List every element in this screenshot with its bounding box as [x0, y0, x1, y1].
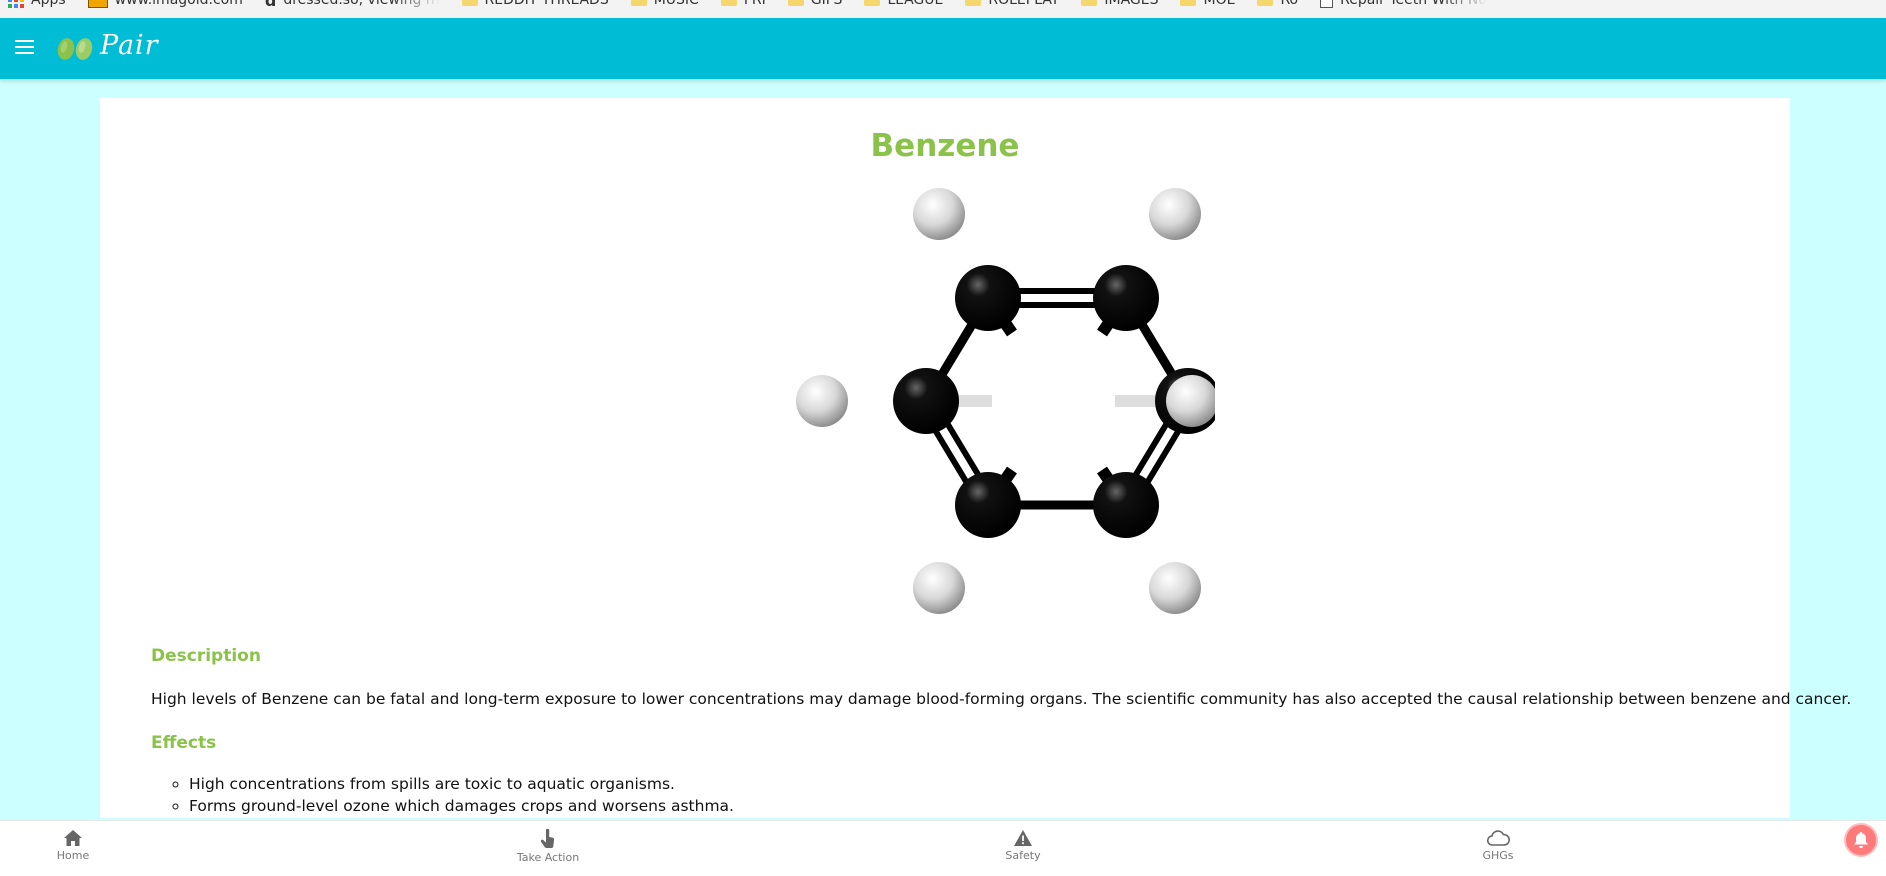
benzene-molecule-image	[796, 188, 1215, 614]
bookmark-label: Repair Teeth With No	[1340, 0, 1487, 8]
apps-grid-icon	[8, 0, 24, 8]
document-icon	[1320, 0, 1334, 8]
bookmark-repair-teeth[interactable]: Repair Teeth With No	[1320, 0, 1487, 8]
bell-notification-icon[interactable]	[1844, 823, 1878, 857]
folder-icon	[787, 0, 804, 6]
app-logo[interactable]: Pair	[54, 30, 159, 61]
folder-icon	[864, 0, 881, 6]
bookmark-dressed[interactable]: d dressed.so, viewing m	[265, 0, 440, 10]
nav-label: Home	[56, 849, 90, 862]
bookmark-imagoid[interactable]: www.imagoid.com	[87, 0, 243, 8]
bookmark-music[interactable]: MUSIC	[630, 0, 699, 8]
description-heading: Description	[151, 646, 261, 666]
bookmark-label: MUSIC	[653, 0, 699, 8]
warning-icon	[1014, 830, 1032, 846]
bottom-navigation: Home Take Action Safety GHGs	[0, 820, 1886, 876]
folder-icon	[461, 0, 478, 6]
bookmark-gifs[interactable]: GIFS	[787, 0, 843, 8]
bookmark-label: Apps	[31, 0, 66, 8]
hand-pointer-icon	[540, 829, 555, 848]
folder-icon	[1257, 0, 1274, 6]
bookmarks-bar: Apps www.imagoid.com d dressed.so, viewi…	[0, 0, 1886, 19]
app-name: Pair	[100, 30, 159, 61]
nav-label: Safety	[1005, 849, 1041, 862]
cloud-icon	[1486, 830, 1510, 846]
folder-icon	[630, 0, 647, 6]
pear-leaves-icon	[57, 37, 93, 60]
bookmark-label: LEAGUE	[887, 0, 944, 8]
bookmark-label: REDDIT THREADS	[484, 0, 609, 8]
bookmark-roleplay[interactable]: ROLEPLAY	[965, 0, 1059, 8]
app-header: Pair	[0, 18, 1886, 79]
bookmark-label: GIFS	[810, 0, 843, 8]
bookmark-label: dressed.so, viewing m	[283, 0, 440, 8]
d-logo-icon: d	[264, 0, 277, 10]
bookmark-label: IMAGES	[1104, 0, 1159, 8]
nav-take-action[interactable]: Take Action	[488, 829, 608, 864]
bookmark-label: Ro	[1280, 0, 1299, 8]
hamburger-menu-icon[interactable]	[15, 38, 34, 56]
content-card: Benzene Description High levels of Benze…	[100, 98, 1851, 818]
bookmark-images[interactable]: IMAGES	[1081, 0, 1158, 8]
bookmark-apps[interactable]: Apps	[0, 0, 66, 8]
effects-heading: Effects	[151, 733, 217, 753]
description-text: High levels of Benzene can be fatal and …	[151, 690, 1852, 708]
bookmark-label: MOE	[1203, 0, 1236, 8]
bookmark-moe[interactable]: MOE	[1180, 0, 1235, 8]
nav-ghgs[interactable]: GHGs	[1438, 829, 1558, 862]
nav-safety[interactable]: Safety	[963, 829, 1083, 862]
nav-home[interactable]: Home	[13, 829, 133, 862]
page-title: Benzene	[870, 128, 1020, 164]
list-item: Forms ground-level ozone which damages c…	[189, 795, 734, 817]
folder-icon	[1081, 0, 1098, 6]
imagoid-icon	[87, 0, 108, 8]
folder-icon	[1180, 0, 1197, 6]
list-item: High concentrations from spills are toxi…	[189, 773, 734, 795]
bookmark-label: ROLEPLAY	[988, 0, 1060, 8]
bookmark-reddit-threads[interactable]: REDDIT THREADS	[461, 0, 609, 8]
bookmark-ro[interactable]: Ro	[1257, 0, 1298, 8]
bookmark-label: www.imagoid.com	[114, 0, 243, 8]
effects-list: High concentrations from spills are toxi…	[151, 773, 734, 817]
folder-icon	[720, 0, 737, 6]
bookmark-fri[interactable]: FRI	[720, 0, 766, 8]
bookmark-label: FRI	[743, 0, 766, 8]
nav-label: Take Action	[516, 851, 580, 864]
folder-icon	[965, 0, 982, 6]
home-icon	[64, 830, 82, 846]
bookmark-league[interactable]: LEAGUE	[864, 0, 943, 8]
nav-label: GHGs	[1482, 849, 1514, 862]
